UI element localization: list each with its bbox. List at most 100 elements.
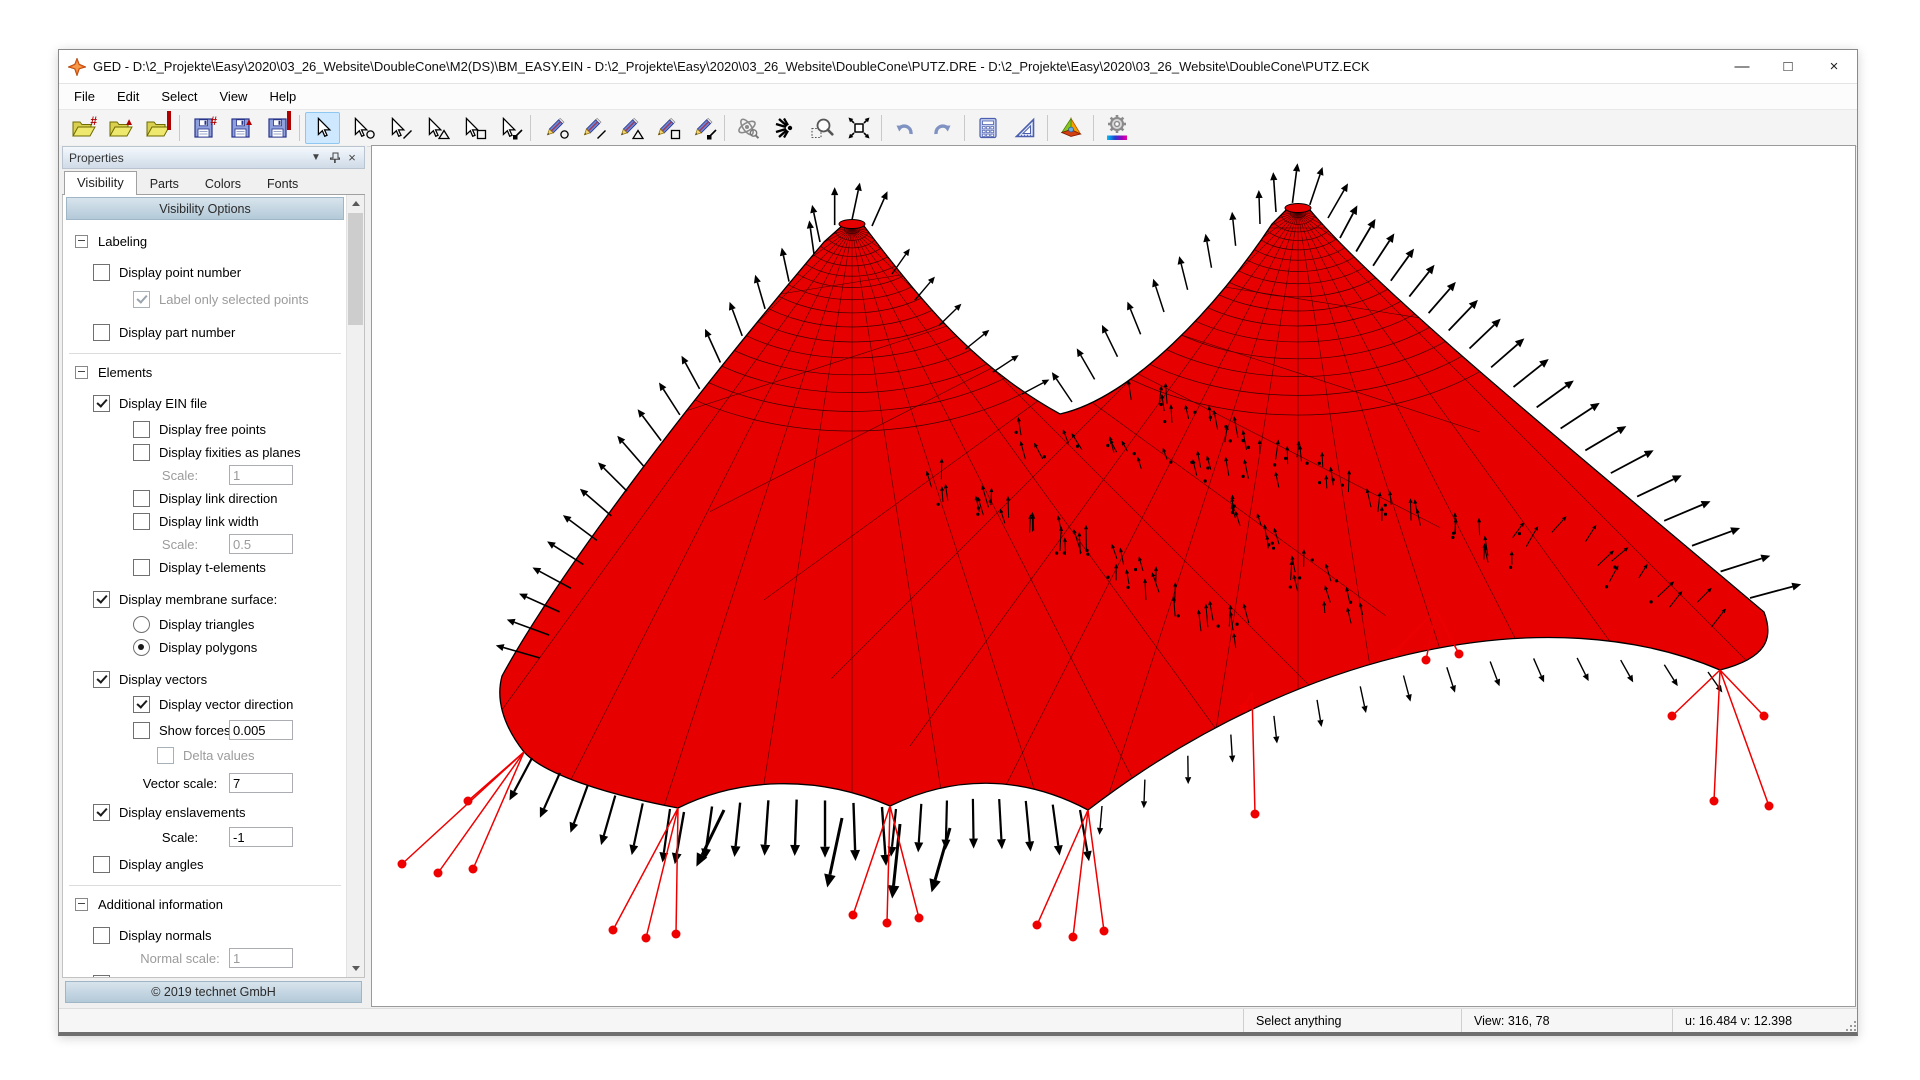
save-dre-button[interactable]: ▲ <box>222 112 257 144</box>
pin-icon[interactable] <box>326 150 342 166</box>
field-row-normal-scale: Normal scale: <box>63 947 347 970</box>
tab-visibility[interactable]: Visibility <box>64 171 137 195</box>
menu-file[interactable]: File <box>63 85 106 109</box>
checkbox-label-only-selected-points[interactable] <box>133 291 150 308</box>
field-label-normal-scale: Normal scale: <box>134 951 226 966</box>
select-triangles-tool-button[interactable] <box>416 112 451 144</box>
section-label-additional-information: Additional information <box>98 897 223 912</box>
panel-close-icon[interactable]: × <box>344 150 360 166</box>
select-points-tool-button[interactable] <box>342 112 377 144</box>
checkbox-display-point-number[interactable] <box>93 264 110 281</box>
maximize-button[interactable]: □ <box>1765 51 1811 83</box>
checkbox-display-ein-file[interactable] <box>93 395 110 412</box>
folder-icon <box>144 116 170 140</box>
zoom-window-button[interactable] <box>804 112 839 144</box>
calculator-button[interactable] <box>970 112 1005 144</box>
open-eck-button[interactable] <box>139 112 174 144</box>
menu-edit[interactable]: Edit <box>106 85 150 109</box>
save-ein-button[interactable]: # <box>185 112 220 144</box>
draw-triangles-tool-button[interactable] <box>610 112 645 144</box>
tab-colors[interactable]: Colors <box>192 173 254 194</box>
checkbox-display-enslavements[interactable] <box>93 804 110 821</box>
menu-help[interactable]: Help <box>258 85 307 109</box>
checkbox-display-part-number[interactable] <box>93 324 110 341</box>
visibility-options-list: Visibility Options LabelingDisplay point… <box>63 195 347 977</box>
scrollbar-thumb[interactable] <box>348 213 363 325</box>
redo-button[interactable] <box>924 112 959 144</box>
input-scale-1[interactable] <box>229 827 293 847</box>
checkbox-display-fixities-as-planes[interactable] <box>133 444 150 461</box>
checkbox-display-free-points[interactable] <box>133 421 150 438</box>
checkbox-display-link-width[interactable] <box>133 513 150 530</box>
collapse-icon[interactable] <box>75 235 88 248</box>
minimize-button[interactable]: — <box>1719 51 1765 83</box>
input-normal-scale-1[interactable] <box>229 948 293 968</box>
folder-icon <box>70 116 96 140</box>
radio-display-triangles[interactable] <box>133 616 150 633</box>
input-show-forces[interactable] <box>229 720 293 740</box>
menu-view[interactable]: View <box>209 85 259 109</box>
checkbox-display-membrane-surface[interactable] <box>93 591 110 608</box>
checkbox-show-forces[interactable] <box>133 722 150 739</box>
toolbar-separator <box>179 115 180 141</box>
panel-footer: © 2019 technet GmbH <box>65 981 362 1003</box>
section-elements: Elements <box>63 361 347 384</box>
orbit-view-button[interactable] <box>730 112 765 144</box>
open-dre-button[interactable]: ▲ <box>102 112 137 144</box>
select-links-tool-button[interactable] <box>379 112 414 144</box>
input-vector-scale-7[interactable] <box>229 773 293 793</box>
panel-scrollbar[interactable] <box>346 195 364 977</box>
select-filled-links-tool-button[interactable] <box>490 112 525 144</box>
measure-button[interactable] <box>1007 112 1042 144</box>
checkbox-display-normals[interactable] <box>93 927 110 944</box>
input-scale-0-5[interactable] <box>229 534 293 554</box>
panel-menu-icon[interactable]: ▼ <box>308 150 324 166</box>
fem-view-button[interactable] <box>1053 112 1088 144</box>
status-bar: Select anything View: 316, 78 u: 16.484 … <box>59 1008 1857 1032</box>
close-button[interactable]: × <box>1811 51 1857 83</box>
scroll-down-icon[interactable] <box>347 960 364 977</box>
undo-button[interactable] <box>887 112 922 144</box>
settings-button[interactable] <box>1099 112 1134 144</box>
save-eck-button[interactable] <box>259 112 294 144</box>
row-display-free-points: Display free points <box>63 418 347 441</box>
open-ein-button[interactable]: # <box>65 112 100 144</box>
row-display-polygons: Display polygons <box>63 636 347 659</box>
toolbar-separator <box>964 115 965 141</box>
tab-fonts[interactable]: Fonts <box>254 173 311 194</box>
radio-display-polygons[interactable] <box>133 639 150 656</box>
row-label-only-selected-points: Label only selected points <box>63 288 347 311</box>
zoom-center-button[interactable] <box>767 112 802 144</box>
select-tool-button[interactable] <box>305 112 340 144</box>
checkbox-display-link-direction[interactable] <box>133 490 150 507</box>
checkbox-display-t-elements[interactable] <box>133 559 150 576</box>
row-display-fixities-as-planes: Display fixities as planes <box>63 441 347 464</box>
checkbox-delta-values[interactable] <box>157 747 174 764</box>
toolbar-separator <box>1047 115 1048 141</box>
section-labeling: Labeling <box>63 230 347 253</box>
draw-links-tool-button[interactable] <box>573 112 608 144</box>
cursor-icon <box>386 116 408 140</box>
cursor-icon <box>423 116 445 140</box>
cursor-icon <box>460 116 482 140</box>
checkbox-display-contour-lines[interactable] <box>93 975 110 977</box>
input-scale-1[interactable] <box>229 465 293 485</box>
viewport-3d[interactable] <box>371 145 1856 1007</box>
checkbox-display-angles[interactable] <box>93 856 110 873</box>
field-row-scale: Scale: <box>63 826 347 849</box>
draw-squares-tool-button[interactable] <box>647 112 682 144</box>
draw-filled-links-tool-button[interactable] <box>684 112 719 144</box>
collapse-icon[interactable] <box>75 366 88 379</box>
scroll-up-icon[interactable] <box>347 195 364 212</box>
collapse-icon[interactable] <box>75 898 88 911</box>
checkbox-display-vectors[interactable] <box>93 671 110 688</box>
checkbox-display-vector-direction[interactable] <box>133 696 150 713</box>
tab-parts[interactable]: Parts <box>137 173 192 194</box>
field-label-scale: Scale: <box>134 537 226 552</box>
zoom-extents-button[interactable] <box>841 112 876 144</box>
draw-points-tool-button[interactable] <box>536 112 571 144</box>
select-squares-tool-button[interactable] <box>453 112 488 144</box>
menu-select[interactable]: Select <box>150 85 208 109</box>
resize-grip[interactable] <box>1843 1009 1857 1032</box>
field-label-scale: Scale: <box>134 468 226 483</box>
